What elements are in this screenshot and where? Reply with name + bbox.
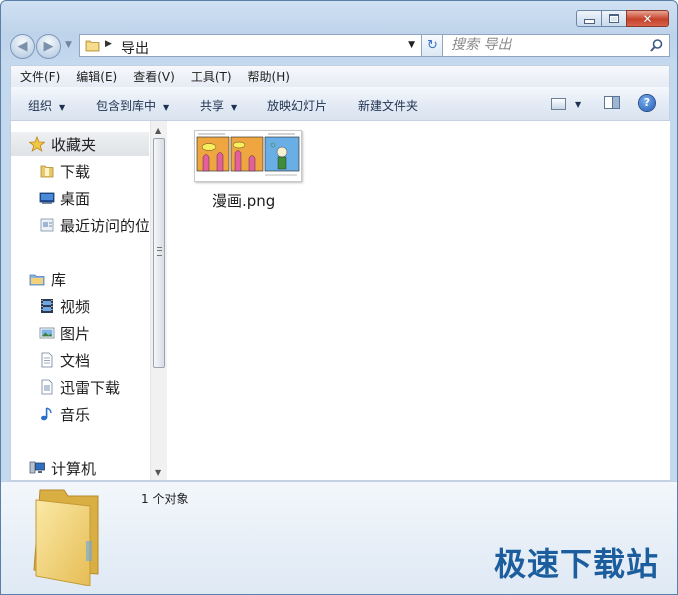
sidebar-item-label: 图片 [60, 325, 91, 343]
computer-icon [29, 461, 45, 474]
content-area: 收藏夹 下载 桌面 最近访问的位 库 视频 图片 文档 迅雷下载 音乐 计算机 … [10, 121, 670, 481]
navigation-bar: ◀ ▶ ▼ ▶ 导出 ▼ ↻ [10, 34, 670, 60]
sidebar-item-label: 文档 [60, 352, 91, 370]
sidebar-item-label: 视频 [60, 298, 91, 316]
scrollbar-thumb[interactable] [153, 138, 165, 368]
breadcrumb-chevron-icon[interactable]: ▶ [105, 39, 112, 49]
forward-arrow-icon: ▶ [43, 39, 54, 54]
view-icon [551, 97, 566, 110]
music-icon [41, 407, 52, 421]
pictures-icon [39, 327, 55, 339]
menu-edit[interactable]: 编辑(E) [68, 68, 125, 85]
large-folder-icon [33, 489, 99, 586]
folder-icon [85, 40, 100, 52]
sidebar-item-pictures[interactable]: 图片 [11, 321, 149, 345]
star-icon [29, 136, 45, 152]
menu-tools[interactable]: 工具(T) [183, 68, 240, 85]
close-button[interactable]: ✕ [626, 10, 669, 27]
sidebar-item-recent-places[interactable]: 最近访问的位置 [11, 213, 149, 237]
status-item-count: 1 个对象 [141, 492, 189, 506]
back-arrow-icon: ◀ [17, 39, 28, 54]
new-folder-button[interactable]: 新建文件夹 [358, 97, 418, 114]
maximize-icon [609, 14, 619, 23]
file-list[interactable]: 漫画.png [167, 121, 670, 480]
sidebar-item-desktop[interactable]: 桌面 [11, 186, 149, 210]
command-bar: 组织 ▼ 包含到库中 ▼ 共享 ▼ 放映幻灯片 新建文件夹 ▼ ? [10, 87, 670, 121]
sidebar-item-label: 最近访问的位置 [60, 217, 149, 235]
sidebar-item-label: 迅雷下载 [60, 379, 121, 397]
breadcrumb-current-folder[interactable]: 导出 [121, 38, 149, 58]
sidebar-item-downloads[interactable]: 下载 [11, 159, 149, 183]
minimize-icon [583, 18, 595, 24]
scroll-down-arrow-icon[interactable]: ▼ [155, 468, 161, 477]
navigation-pane-scrollbar[interactable]: ▲ ▼ [150, 121, 167, 480]
menu-help[interactable]: 帮助(H) [240, 68, 298, 85]
search-icon[interactable] [649, 38, 664, 53]
preview-pane-button[interactable] [604, 96, 620, 109]
menu-file[interactable]: 文件(F) [11, 68, 68, 85]
refresh-button[interactable]: ↻ [421, 34, 444, 57]
chevron-down-icon: ▼ [231, 103, 238, 112]
grip-icon [157, 247, 162, 256]
share-button[interactable]: 共享 ▼ [200, 97, 237, 114]
explorer-window: ✕ ◀ ▶ ▼ ▶ 导出 ▼ ↻ 文件(F) 编辑(E) 查看(V) 工具( [0, 0, 678, 595]
details-pane: 1 个对象 极速下载站 [1, 481, 677, 594]
navigation-pane: 收藏夹 下载 桌面 最近访问的位 库 视频 图片 文档 迅雷下载 音乐 计算机 [11, 121, 149, 480]
share-label: 共享 [200, 99, 225, 113]
maximize-button[interactable] [601, 10, 627, 27]
folder-icon [40, 165, 54, 178]
sidebar-item-thunder-downloads[interactable]: 迅雷下载 [11, 375, 149, 399]
address-history-dropdown-icon[interactable]: ▼ [408, 40, 415, 50]
sidebar-item-label: 桌面 [60, 190, 91, 208]
scroll-up-arrow-icon[interactable]: ▲ [155, 126, 161, 135]
close-icon: ✕ [642, 11, 653, 26]
sidebar-item-label: 库 [51, 271, 67, 289]
image-thumbnail [194, 130, 302, 182]
menu-bar: 文件(F) 编辑(E) 查看(V) 工具(T) 帮助(H) [10, 65, 670, 87]
library-icon [29, 274, 45, 286]
comic-thumbnail-image [195, 131, 301, 181]
minimize-button[interactable] [576, 10, 602, 27]
change-view-button[interactable]: ▼ [551, 96, 581, 110]
forward-button[interactable]: ▶ [36, 34, 61, 59]
file-name[interactable]: 漫画.png [212, 190, 275, 211]
new-folder-label: 新建文件夹 [358, 99, 419, 113]
caption-buttons: ✕ [576, 10, 669, 27]
address-bar[interactable]: ▶ 导出 ▼ [79, 34, 422, 57]
organize-button[interactable]: 组织 ▼ [28, 97, 65, 114]
download-library-icon [41, 379, 53, 395]
sidebar-item-label: 收藏夹 [51, 136, 97, 154]
include-in-library-label: 包含到库中 [96, 99, 157, 113]
organize-label: 组织 [28, 99, 53, 113]
sidebar-item-libraries[interactable]: 库 [11, 267, 149, 291]
document-icon [41, 352, 53, 368]
refresh-icon: ↻ [427, 38, 438, 53]
chevron-down-icon: ▼ [163, 103, 170, 112]
recent-pages-dropdown[interactable]: ▼ [65, 40, 72, 50]
slideshow-label: 放映幻灯片 [267, 99, 328, 113]
sidebar-item-label: 计算机 [51, 460, 97, 478]
sidebar-item-documents[interactable]: 文档 [11, 348, 149, 372]
help-button[interactable]: ? [639, 95, 655, 111]
chevron-down-icon: ▼ [59, 103, 66, 112]
chevron-down-icon: ▼ [575, 100, 582, 109]
sidebar-item-computer[interactable]: 计算机 [11, 456, 149, 480]
watermark-logo-text: 极速下载站 [493, 545, 659, 583]
video-icon [41, 299, 53, 313]
sidebar-item-videos[interactable]: 视频 [11, 294, 149, 318]
slideshow-button[interactable]: 放映幻灯片 [267, 97, 327, 114]
include-in-library-button[interactable]: 包含到库中 ▼ [96, 97, 169, 114]
menu-view[interactable]: 查看(V) [125, 68, 183, 85]
back-button[interactable]: ◀ [10, 34, 35, 59]
sidebar-item-label: 音乐 [60, 406, 91, 424]
desktop-icon [39, 192, 55, 204]
recent-places-icon [40, 218, 54, 232]
sidebar-item-music[interactable]: 音乐 [11, 402, 149, 426]
sidebar-item-favorites[interactable]: 收藏夹 [11, 132, 149, 156]
search-box [442, 34, 670, 57]
sidebar-item-label: 下载 [60, 163, 91, 181]
search-input[interactable] [451, 37, 641, 53]
